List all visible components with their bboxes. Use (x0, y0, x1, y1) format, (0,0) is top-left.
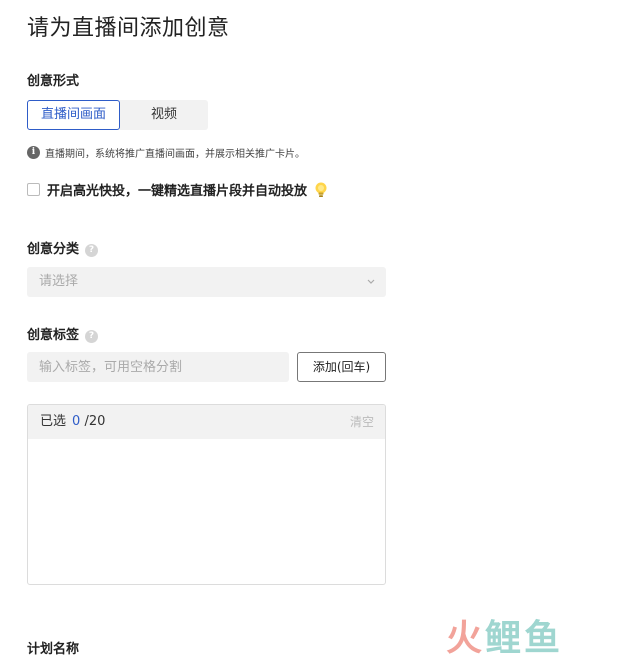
category-select-placeholder: 请选择 (39, 274, 79, 289)
option-video[interactable]: 视频 (120, 100, 208, 130)
category-label: 创意分类 (27, 242, 80, 257)
hint-text: 直播期间，系统将推广直播间画面，并展示相关推广卡片。 (45, 149, 305, 160)
tag-input[interactable] (27, 352, 289, 382)
creative-form-label: 创意形式 (27, 74, 80, 89)
highlight-checkbox[interactable] (27, 183, 40, 196)
selected-tags-summary: 已选 0 /20 (40, 405, 105, 439)
selected-tags-header: 已选 0 /20 清空 (28, 405, 385, 439)
category-label-row: 创意分类? (27, 238, 99, 257)
highlight-label[interactable]: 开启高光快投，一键精选直播片段并自动投放 (47, 180, 307, 199)
creative-form-segmented-control: 直播间画面 视频 (27, 100, 208, 130)
page-title: 请为直播间添加创意 (27, 16, 230, 41)
tags-label-row: 创意标签? (27, 324, 99, 343)
clear-button[interactable]: 清空 (350, 405, 374, 439)
help-icon[interactable]: ? (85, 330, 99, 343)
selected-label: 已选 (40, 414, 67, 429)
help-icon[interactable]: ? (85, 244, 99, 257)
watermark-part2: 鲤鱼 (485, 618, 564, 659)
plan-name-label: 计划名称 (27, 642, 80, 657)
selected-tags-box: 已选 0 /20 清空 (27, 404, 386, 585)
selected-count: 0 (72, 414, 81, 429)
watermark-logo: 火鲤鱼 (446, 609, 563, 661)
info-icon: i (27, 146, 40, 159)
category-select[interactable]: 请选择 (27, 267, 386, 297)
add-tag-button[interactable]: 添加(回车) (297, 352, 386, 382)
option-live-room-screen[interactable]: 直播间画面 (27, 100, 120, 130)
lightbulb-icon (315, 182, 327, 197)
selected-max: /20 (84, 414, 106, 429)
watermark-part1: 火 (446, 618, 486, 659)
creative-form-hint: i 直播期间，系统将推广直播间画面，并展示相关推广卡片。 (27, 145, 305, 160)
chevron-down-icon (367, 279, 375, 284)
tags-label: 创意标签 (27, 328, 80, 343)
highlight-option-row: 开启高光快投，一键精选直播片段并自动投放 (27, 180, 329, 199)
